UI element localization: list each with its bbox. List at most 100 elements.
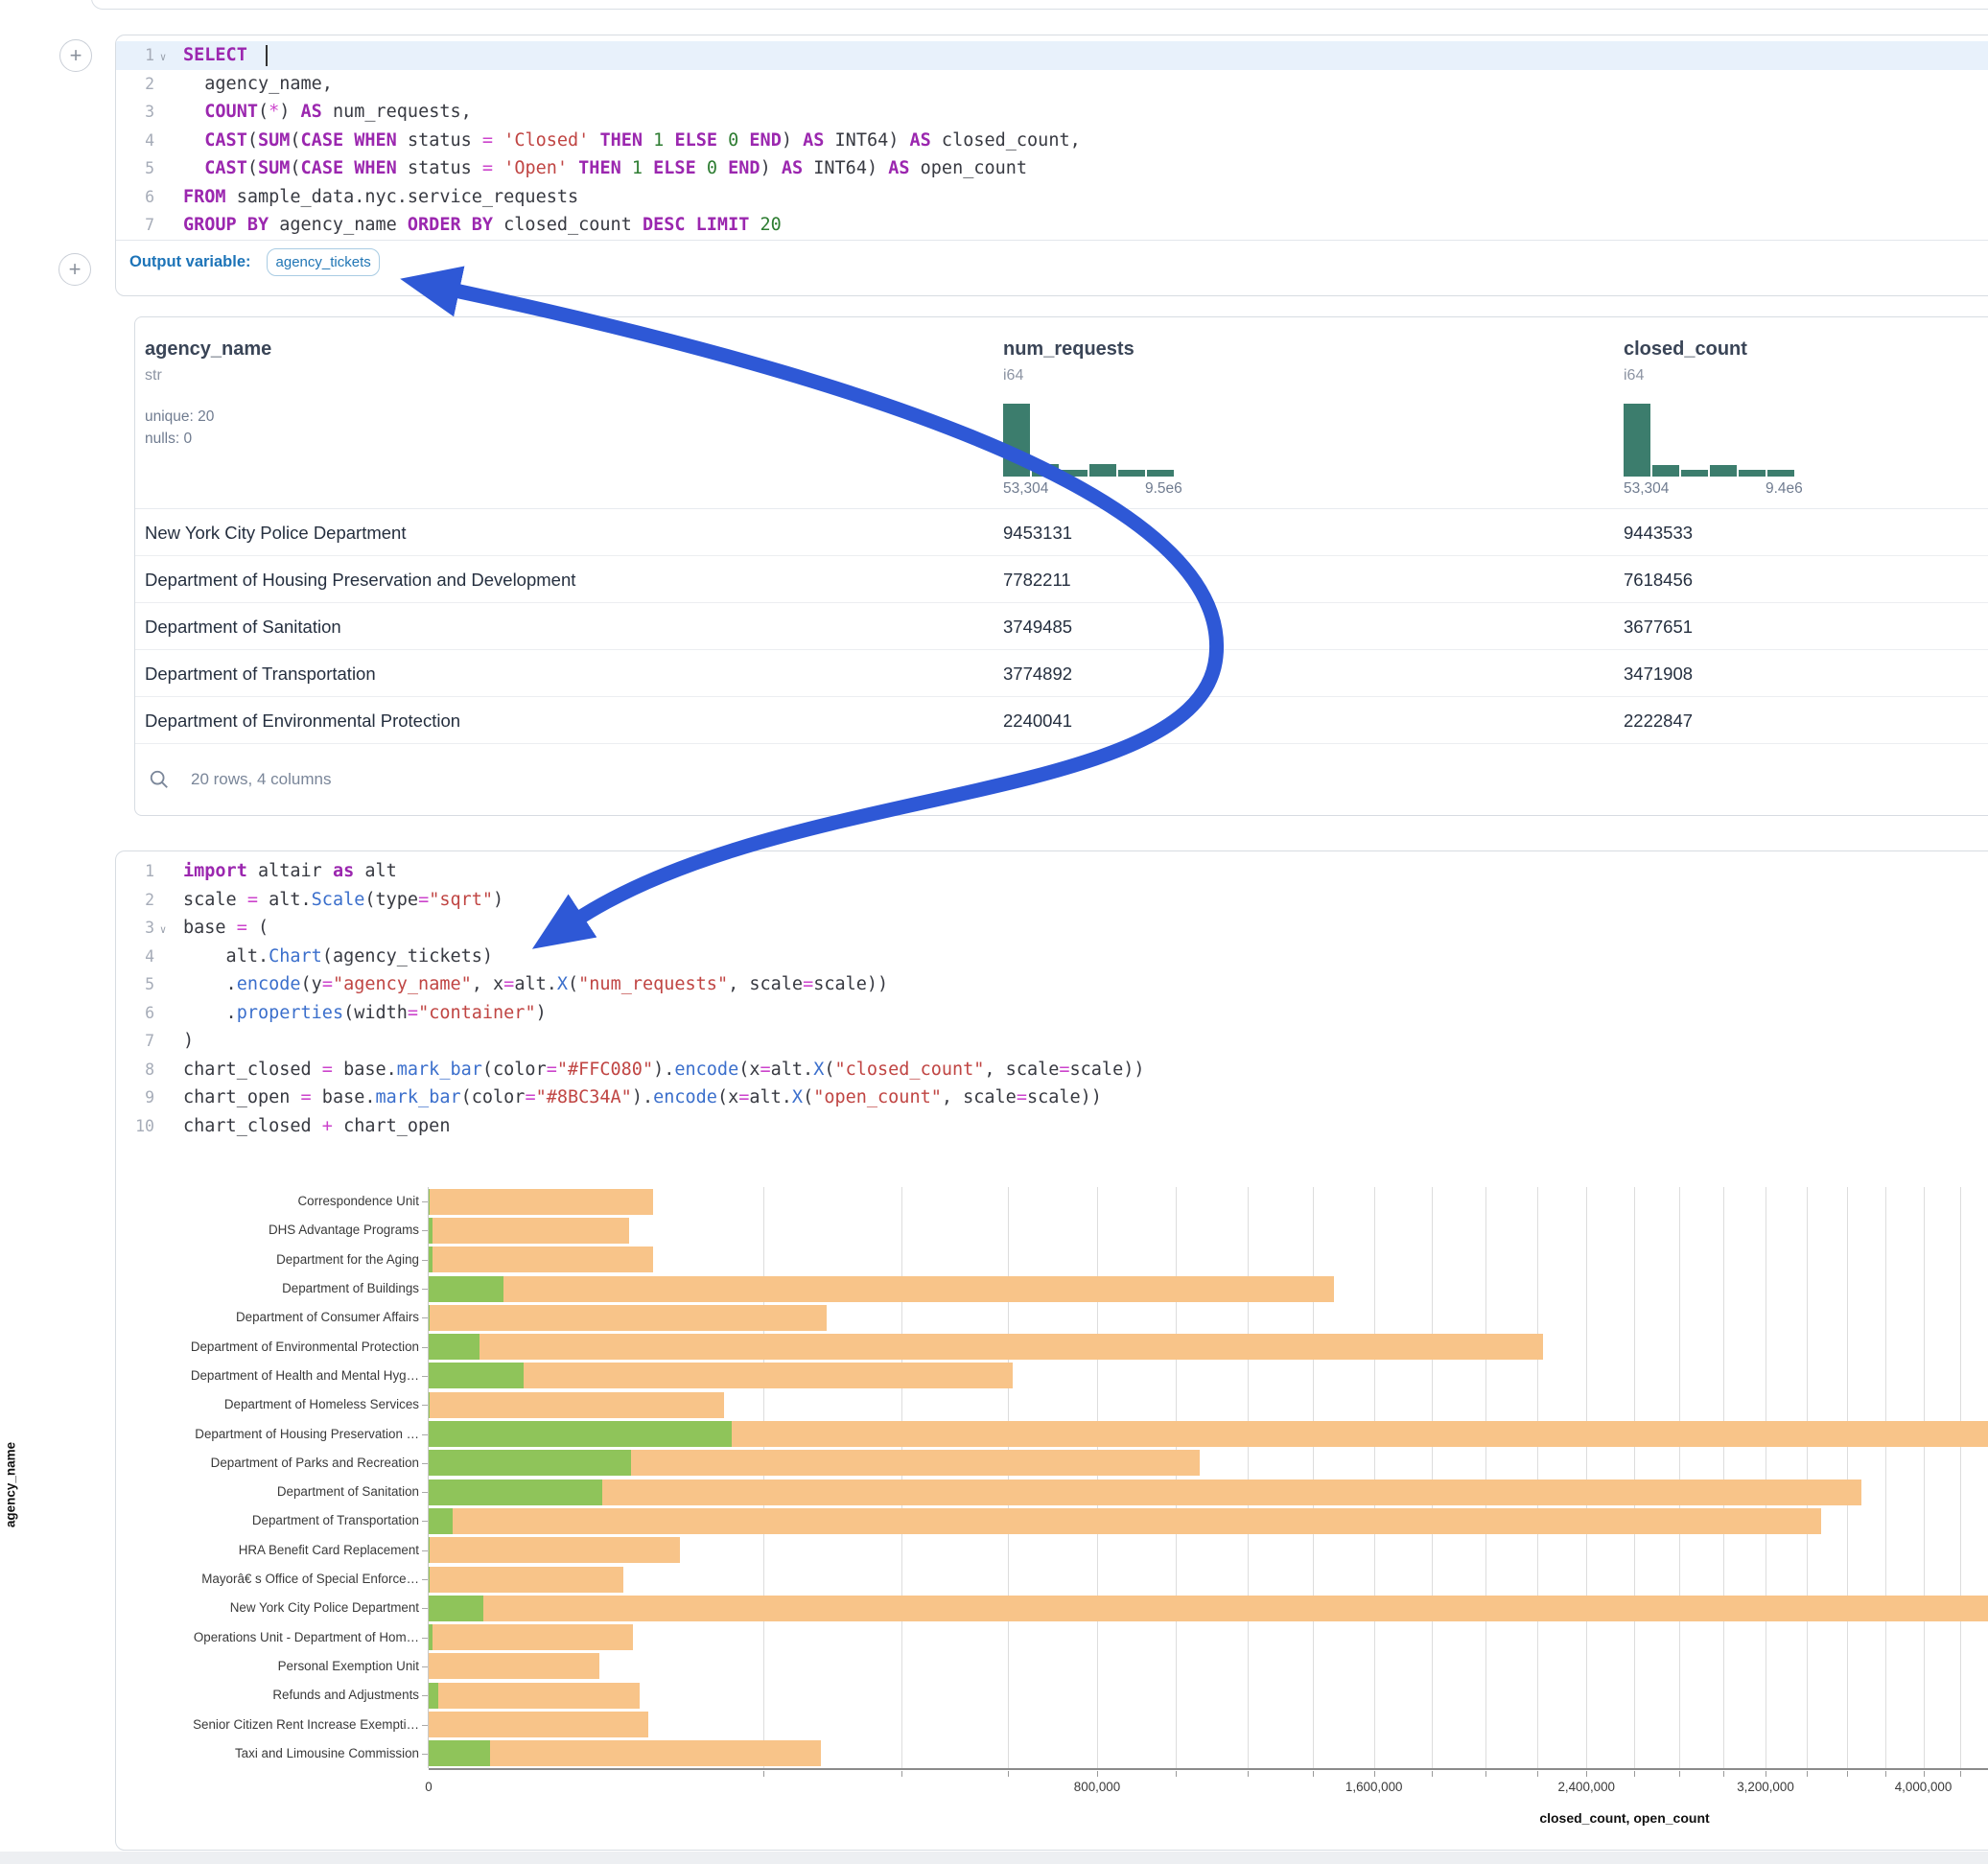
gridline (1723, 1187, 1724, 1768)
x-axis-tick (1176, 1771, 1177, 1777)
sql-code-editor[interactable]: 1∨SELECT 2 agency_name,3 COUNT(*) AS num… (116, 35, 1988, 240)
table-cell: Department of Transportation (145, 650, 376, 697)
x-axis-tick (1432, 1771, 1433, 1777)
fold-spacer (154, 954, 172, 958)
code-text: COUNT(*) AS num_requests, (172, 102, 472, 122)
x-axis-label: 3,200,000 (1708, 1780, 1823, 1794)
sql-line-3[interactable]: 3 COUNT(*) AS num_requests, (116, 98, 1988, 127)
column-header-num_requests[interactable]: num_requestsi64 (1003, 338, 1134, 384)
x-axis-label: 1,600,000 (1317, 1780, 1432, 1794)
fold-spacer (154, 1124, 172, 1128)
python-line-5[interactable]: 5 .encode(y="agency_name", x=alt.X("num_… (116, 970, 1988, 999)
x-axis-tick (1960, 1771, 1961, 1777)
bar-closed_count (429, 1480, 1861, 1505)
gridline (1847, 1187, 1848, 1768)
code-text: chart_open = base.mark_bar(color="#8BC34… (172, 1087, 1102, 1107)
sql-line-4[interactable]: 4 CAST(SUM(CASE WHEN status = 'Closed' T… (116, 127, 1988, 155)
search-icon[interactable] (149, 769, 170, 790)
python-line-6[interactable]: 6 .properties(width="container") (116, 999, 1988, 1028)
bar-closed_count (429, 1392, 724, 1418)
python-line-9[interactable]: 9 chart_open = base.mark_bar(color="#8BC3… (116, 1083, 1988, 1112)
y-axis-label: Department of Consumer Affairs (112, 1310, 419, 1324)
y-axis-tick (422, 1289, 428, 1290)
bar-open_count (429, 1305, 430, 1331)
fold-caret-icon[interactable]: ∨ (154, 47, 172, 63)
bar-closed_count (429, 1653, 599, 1679)
bar-open_count (429, 1508, 453, 1534)
column-header-closed_count[interactable]: closed_counti64 (1624, 338, 1747, 384)
fold-spacer (154, 167, 172, 171)
fold-spacer (154, 983, 172, 987)
line-number: 9 (116, 1088, 154, 1107)
y-axis-tick (422, 1666, 428, 1667)
x-axis-title: closed_count, open_count (1481, 1810, 1768, 1826)
sql-line-1[interactable]: 1∨SELECT (116, 41, 1988, 70)
bar-open_count (429, 1334, 479, 1360)
bar-closed_count (429, 1247, 653, 1272)
table-row: Department of Environmental Protection22… (135, 697, 1988, 744)
table-cell: Department of Environmental Protection (145, 697, 460, 744)
python-line-8[interactable]: 8chart_closed = base.mark_bar(color="#FF… (116, 1056, 1988, 1084)
code-text: scale = alt.Scale(type="sqrt") (172, 890, 503, 910)
x-axis-tick (1723, 1771, 1724, 1777)
bar-closed_count (429, 1508, 1821, 1534)
line-number: 3 (116, 103, 154, 121)
code-text: CAST(SUM(CASE WHEN status = 'Open' THEN … (172, 158, 1027, 178)
previous-cell-edge (91, 0, 1988, 10)
python-line-2[interactable]: 2 scale = alt.Scale(type="sqrt") (116, 886, 1988, 915)
table-row: Department of Sanitation37494853677651 (135, 603, 1988, 650)
python-line-7[interactable]: 7) (116, 1027, 1988, 1056)
line-number: 5 (116, 975, 154, 993)
chart-plot-area: closed_count, open_count agency_name 080… (429, 1187, 1988, 1768)
y-axis-tick (422, 1405, 428, 1406)
fold-spacer (154, 1067, 172, 1071)
python-line-10[interactable]: 10chart_closed + chart_open (116, 1112, 1988, 1141)
gridline (901, 1187, 902, 1768)
y-axis-tick (422, 1434, 428, 1435)
y-axis-line (428, 1187, 429, 1768)
line-number: 4 (116, 131, 154, 150)
x-axis-tick (1537, 1771, 1538, 1777)
y-axis-tick (422, 1347, 428, 1348)
y-axis-tick (422, 1695, 428, 1696)
column-header-agency_name[interactable]: agency_namestrunique: 20nulls: 0 (145, 338, 271, 450)
line-number: 2 (116, 891, 154, 909)
y-axis-label: HRA Benefit Card Replacement (112, 1543, 419, 1557)
table-cell: Department of Sanitation (145, 603, 341, 650)
y-axis-tick (422, 1260, 428, 1261)
gridline (1586, 1187, 1587, 1768)
line-number: 1 (116, 46, 154, 64)
sql-line-5[interactable]: 5 CAST(SUM(CASE WHEN status = 'Open' THE… (116, 154, 1988, 183)
gridline (1960, 1187, 1961, 1768)
line-number: 8 (116, 1060, 154, 1079)
output-variable-chip[interactable]: agency_tickets (267, 248, 380, 276)
code-text: SELECT (172, 45, 268, 66)
python-code-editor[interactable]: 1import altair as alt 2 scale = alt.Scale(… (116, 851, 1988, 1140)
gridline (763, 1187, 764, 1768)
bar-closed_count (429, 1624, 633, 1650)
sql-line-7[interactable]: 7GROUP BY agency_name ORDER BY closed_co… (116, 211, 1988, 240)
x-axis-tick (1847, 1771, 1848, 1777)
add-cell-button-output[interactable]: + (58, 253, 91, 286)
fold-spacer (154, 870, 172, 874)
bar-open_count (429, 1276, 503, 1302)
y-axis-tick (422, 1317, 428, 1318)
y-axis-tick (422, 1754, 428, 1755)
x-axis-tick (1313, 1771, 1314, 1777)
bar-open_count (429, 1421, 732, 1447)
code-text: import altair as alt (172, 861, 397, 881)
y-axis-tick (422, 1376, 428, 1377)
bar-closed_count (429, 1567, 623, 1593)
python-line-1[interactable]: 1import altair as alt (116, 857, 1988, 886)
python-line-4[interactable]: 4 alt.Chart(agency_tickets) (116, 943, 1988, 971)
y-axis-label: Department of Housing Preservation … (112, 1427, 419, 1441)
fold-spacer (154, 82, 172, 85)
fold-caret-icon[interactable]: ∨ (154, 920, 172, 936)
python-line-3[interactable]: 3∨base = ( (116, 914, 1988, 943)
sql-line-2[interactable]: 2 agency_name, (116, 70, 1988, 99)
add-cell-button-top[interactable]: + (59, 39, 92, 72)
bar-open_count (429, 1450, 631, 1476)
output-variable-row: Output variable: agency_tickets (116, 240, 1988, 284)
sql-line-6[interactable]: 6FROM sample_data.nyc.service_requests (116, 183, 1988, 212)
gridline (1485, 1187, 1486, 1768)
